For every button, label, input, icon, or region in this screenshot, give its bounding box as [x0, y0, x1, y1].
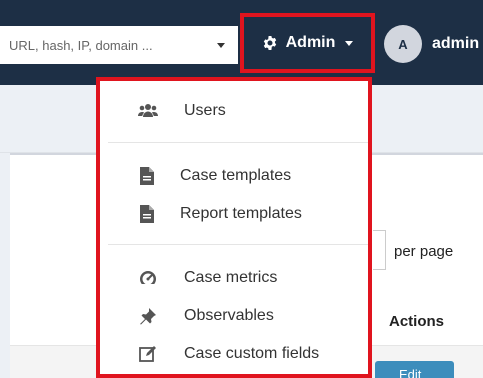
dashboard-icon [140, 271, 156, 287]
menu-item-label: Users [184, 102, 226, 119]
avatar: A [384, 25, 422, 63]
menu-item-label: Case metrics [184, 269, 278, 286]
file-icon [140, 167, 154, 185]
user-menu[interactable]: A admin [384, 25, 479, 63]
top-navbar: Admin A admin [0, 0, 483, 85]
thumbtack-icon [140, 308, 156, 325]
menu-item-label: Observables [184, 307, 274, 324]
users-icon [138, 104, 158, 117]
caret-down-icon [345, 40, 354, 46]
per-page-select[interactable] [373, 230, 386, 270]
menu-item-case-templates[interactable]: Case templates [100, 159, 368, 193]
edit-button[interactable]: Edit [375, 361, 454, 378]
admin-dropdown-menu: Users Case templates Report templates Ca… [96, 77, 372, 378]
menu-item-observables[interactable]: Observables [100, 299, 368, 333]
search-input[interactable] [0, 26, 196, 64]
file-icon [140, 205, 154, 223]
menu-item-label: Case custom fields [184, 345, 320, 362]
menu-item-users[interactable]: Users [100, 94, 368, 128]
gear-icon [263, 36, 276, 50]
menu-item-label: Case templates [180, 167, 292, 184]
caret-down-icon [217, 42, 225, 48]
menu-item-report-templates[interactable]: Report templates [100, 197, 368, 231]
edit-icon [139, 346, 156, 362]
menu-divider [108, 244, 368, 245]
menu-item-case-metrics[interactable]: Case metrics [100, 261, 368, 295]
username: admin [432, 35, 480, 52]
actions-column-header: Actions [389, 313, 445, 330]
admin-menu-label: Admin [285, 34, 336, 51]
search-box [0, 26, 238, 64]
menu-item-case-custom-fields[interactable]: Case custom fields [100, 337, 368, 371]
search-dropdown-toggle[interactable] [204, 26, 238, 64]
menu-divider [108, 142, 368, 143]
menu-item-label: Report templates [180, 205, 302, 222]
per-page-label: per page [394, 243, 454, 260]
admin-menu-toggle[interactable]: Admin [240, 13, 375, 73]
